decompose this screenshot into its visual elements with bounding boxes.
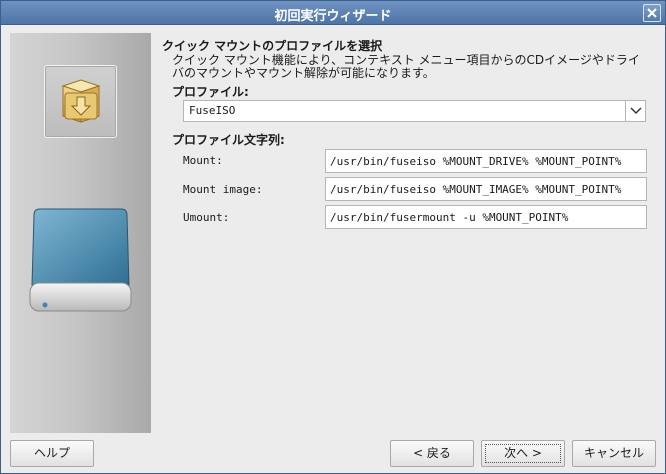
mount-image-command-text: /usr/bin/fuseiso %MOUNT_IMAGE% %MOUNT_PO… [330,183,622,196]
umount-command-field[interactable]: /usr/bin/fusermount -u %MOUNT_POINT% [325,205,647,229]
profile-select[interactable]: FuseISO [183,100,646,122]
mount-command-field[interactable]: /usr/bin/fuseiso %MOUNT_DRIVE% %MOUNT_PO… [325,149,647,173]
help-button[interactable]: ヘルプ [10,440,94,467]
close-button[interactable] [643,4,661,22]
next-button-focus-ring [485,444,561,463]
umount-label: Umount: [183,211,230,224]
profile-label: プロファイル: [172,85,249,99]
umount-command-text: /usr/bin/fusermount -u %MOUNT_POINT% [330,211,569,224]
back-button[interactable]: < 戻る [390,440,474,467]
removable-drive-icon [29,208,132,312]
profile-strings-label: プロファイル文字列: [172,133,285,147]
close-icon [647,8,657,18]
mount-image-label: Mount image: [183,183,263,196]
profile-select-value: FuseISO [189,104,236,117]
page-description: クイック マウント機能により、コンテキスト メニュー項目からのCDイメージやドラ… [172,53,640,80]
window-title: 初回実行ウィザード [274,9,392,24]
mount-command-text: /usr/bin/fuseiso %MOUNT_DRIVE% %MOUNT_PO… [330,155,622,168]
next-button[interactable]: 次へ > [481,440,565,467]
profile-dropdown-button[interactable] [625,101,645,121]
cancel-button[interactable]: キャンセル [572,440,656,467]
mount-label: Mount: [183,154,223,167]
title-bar[interactable]: 初回実行ウィザード [1,1,665,25]
package-download-icon [61,79,101,123]
chevron-down-icon [630,107,642,115]
mount-image-command-field[interactable]: /usr/bin/fuseiso %MOUNT_IMAGE% %MOUNT_PO… [325,177,647,201]
package-icon-frame [44,65,117,138]
page-heading: クイック マウントのプロファイルを選択 [162,39,383,53]
